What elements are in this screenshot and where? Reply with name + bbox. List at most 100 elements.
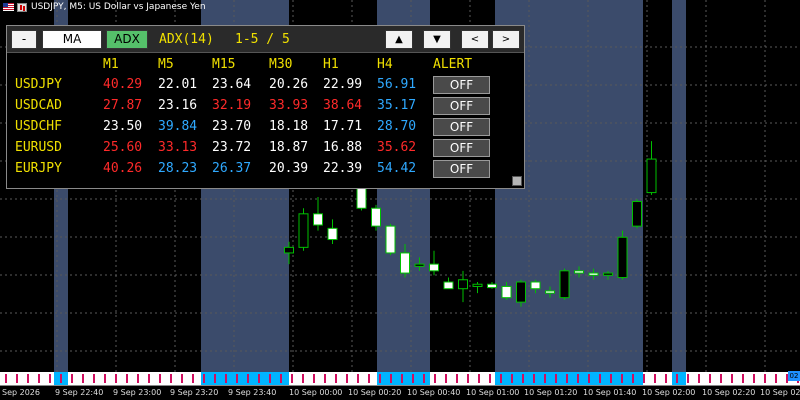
- candle-body: [617, 236, 628, 279]
- adx-value-cell: 25.60: [103, 140, 143, 155]
- session-tick: [5, 374, 7, 383]
- time-label: 10 Sep 00:20: [348, 388, 402, 397]
- candle-body: [414, 263, 425, 267]
- page-indicator: 1-5 / 5: [235, 32, 290, 47]
- session-tick: [126, 374, 128, 383]
- adx-dashboard-panel: - MA ADX ADX(14) 1-5 / 5 ▲ ▼ < > M1 M5 M15…: [6, 25, 525, 189]
- session-tick: [621, 374, 623, 383]
- session-tick: [368, 374, 370, 383]
- time-label: 10 Sep 01:20: [524, 388, 578, 397]
- session-tick: [170, 374, 172, 383]
- column-header-m5: M5: [158, 57, 174, 72]
- alert-toggle-button[interactable]: OFF: [433, 160, 490, 178]
- adx-value-cell: 18.18: [269, 119, 309, 134]
- candle-body: [559, 270, 570, 299]
- adx-value-cell: 32.19: [212, 98, 252, 113]
- session-tick: [731, 374, 733, 383]
- candle-body: [385, 225, 396, 254]
- candle-body: [530, 281, 541, 290]
- session-tick: [423, 374, 425, 383]
- session-tick: [71, 374, 73, 383]
- session-tick: [467, 374, 469, 383]
- adx-value-cell: 23.72: [212, 140, 252, 155]
- column-header-m15: M15: [212, 57, 236, 72]
- us-flag-icon: [3, 3, 14, 11]
- session-tick: [104, 374, 106, 383]
- adx-value-cell: 28.70: [377, 119, 417, 134]
- symbol-label[interactable]: USDCHF: [15, 118, 62, 136]
- column-header-h4: H4: [377, 57, 393, 72]
- candle-body: [603, 272, 613, 276]
- session-tick: [577, 374, 579, 383]
- column-header-h1: H1: [323, 57, 339, 72]
- session-tick: [544, 374, 546, 383]
- alert-toggle-button[interactable]: OFF: [433, 139, 490, 157]
- resize-handle[interactable]: [512, 176, 522, 186]
- price-tag: 02: [788, 371, 800, 381]
- symbol-label[interactable]: EURJPY: [15, 160, 62, 178]
- session-tick: [511, 374, 513, 383]
- adx-value-cell: 18.87: [269, 140, 309, 155]
- candle-body: [327, 227, 338, 241]
- adx-value-cell: 40.29: [103, 77, 143, 92]
- candle-body: [400, 252, 410, 274]
- candle-body: [472, 283, 483, 287]
- session-tick: [16, 374, 18, 383]
- session-tick: [687, 374, 689, 383]
- alert-toggle-button[interactable]: OFF: [433, 97, 490, 115]
- time-label: 10 Sep 01:40: [583, 388, 637, 397]
- time-label: 9 Sep 22:40: [55, 388, 104, 397]
- session-tick: [599, 374, 601, 383]
- tab-ma[interactable]: MA: [42, 30, 102, 49]
- candle-body: [298, 213, 309, 248]
- symbol-label[interactable]: USDJPY: [15, 76, 62, 94]
- adx-value-cell: 22.01: [158, 77, 198, 92]
- session-tick: [148, 374, 150, 383]
- time-label: 10 Sep 00:00: [289, 388, 343, 397]
- scroll-down-button[interactable]: ▼: [423, 30, 451, 49]
- column-header-alert: ALERT: [433, 57, 473, 72]
- minimize-button[interactable]: -: [11, 30, 37, 49]
- time-label: 10 Sep 02:20: [702, 388, 756, 397]
- next-page-button[interactable]: >: [492, 30, 520, 49]
- session-tick: [137, 374, 139, 383]
- adx-value-cell: 20.39: [269, 161, 309, 176]
- candle-body: [574, 270, 584, 274]
- prev-page-button[interactable]: <: [461, 30, 489, 49]
- session-tick: [643, 374, 645, 383]
- adx-value-cell: 23.50: [103, 119, 143, 134]
- time-axis: Sep 2026 9 Sep 22:40 9 Sep 23:00 9 Sep 23:2…: [0, 385, 800, 400]
- adx-value-cell: 26.37: [212, 161, 252, 176]
- session-tick: [456, 374, 458, 383]
- session-tick: [764, 374, 766, 383]
- session-tick: [82, 374, 84, 383]
- adx-value-cell: 23.70: [212, 119, 252, 134]
- session-tick: [60, 374, 62, 383]
- symbol-label[interactable]: USDCAD: [15, 97, 62, 115]
- adx-value-cell: 28.23: [158, 161, 198, 176]
- session-tick: [159, 374, 161, 383]
- session-tick: [632, 374, 634, 383]
- session-tick: [313, 374, 315, 383]
- tab-adx[interactable]: ADX: [106, 30, 148, 49]
- adx-value-cell: 17.71: [323, 119, 363, 134]
- adx-value-cell: 23.16: [158, 98, 198, 113]
- session-tick: [247, 374, 249, 383]
- alert-toggle-button[interactable]: OFF: [433, 118, 490, 136]
- session-tick: [676, 374, 678, 383]
- time-label: 10 Sep 00:40: [407, 388, 461, 397]
- alert-toggle-button[interactable]: OFF: [433, 76, 490, 94]
- session-tick: [225, 374, 227, 383]
- time-label: Sep 2026: [2, 388, 40, 397]
- session-tick: [93, 374, 95, 383]
- scroll-up-button[interactable]: ▲: [385, 30, 413, 49]
- session-tick: [588, 374, 590, 383]
- candle-body: [443, 281, 454, 290]
- session-tick: [753, 374, 755, 383]
- symbol-label[interactable]: EURUSD: [15, 139, 62, 157]
- adx-value-cell: 22.99: [323, 77, 363, 92]
- candle-body: [458, 279, 468, 290]
- adx-value-cell: 27.87: [103, 98, 143, 113]
- session-tick: [236, 374, 238, 383]
- adx-value-cell: 35.62: [377, 140, 417, 155]
